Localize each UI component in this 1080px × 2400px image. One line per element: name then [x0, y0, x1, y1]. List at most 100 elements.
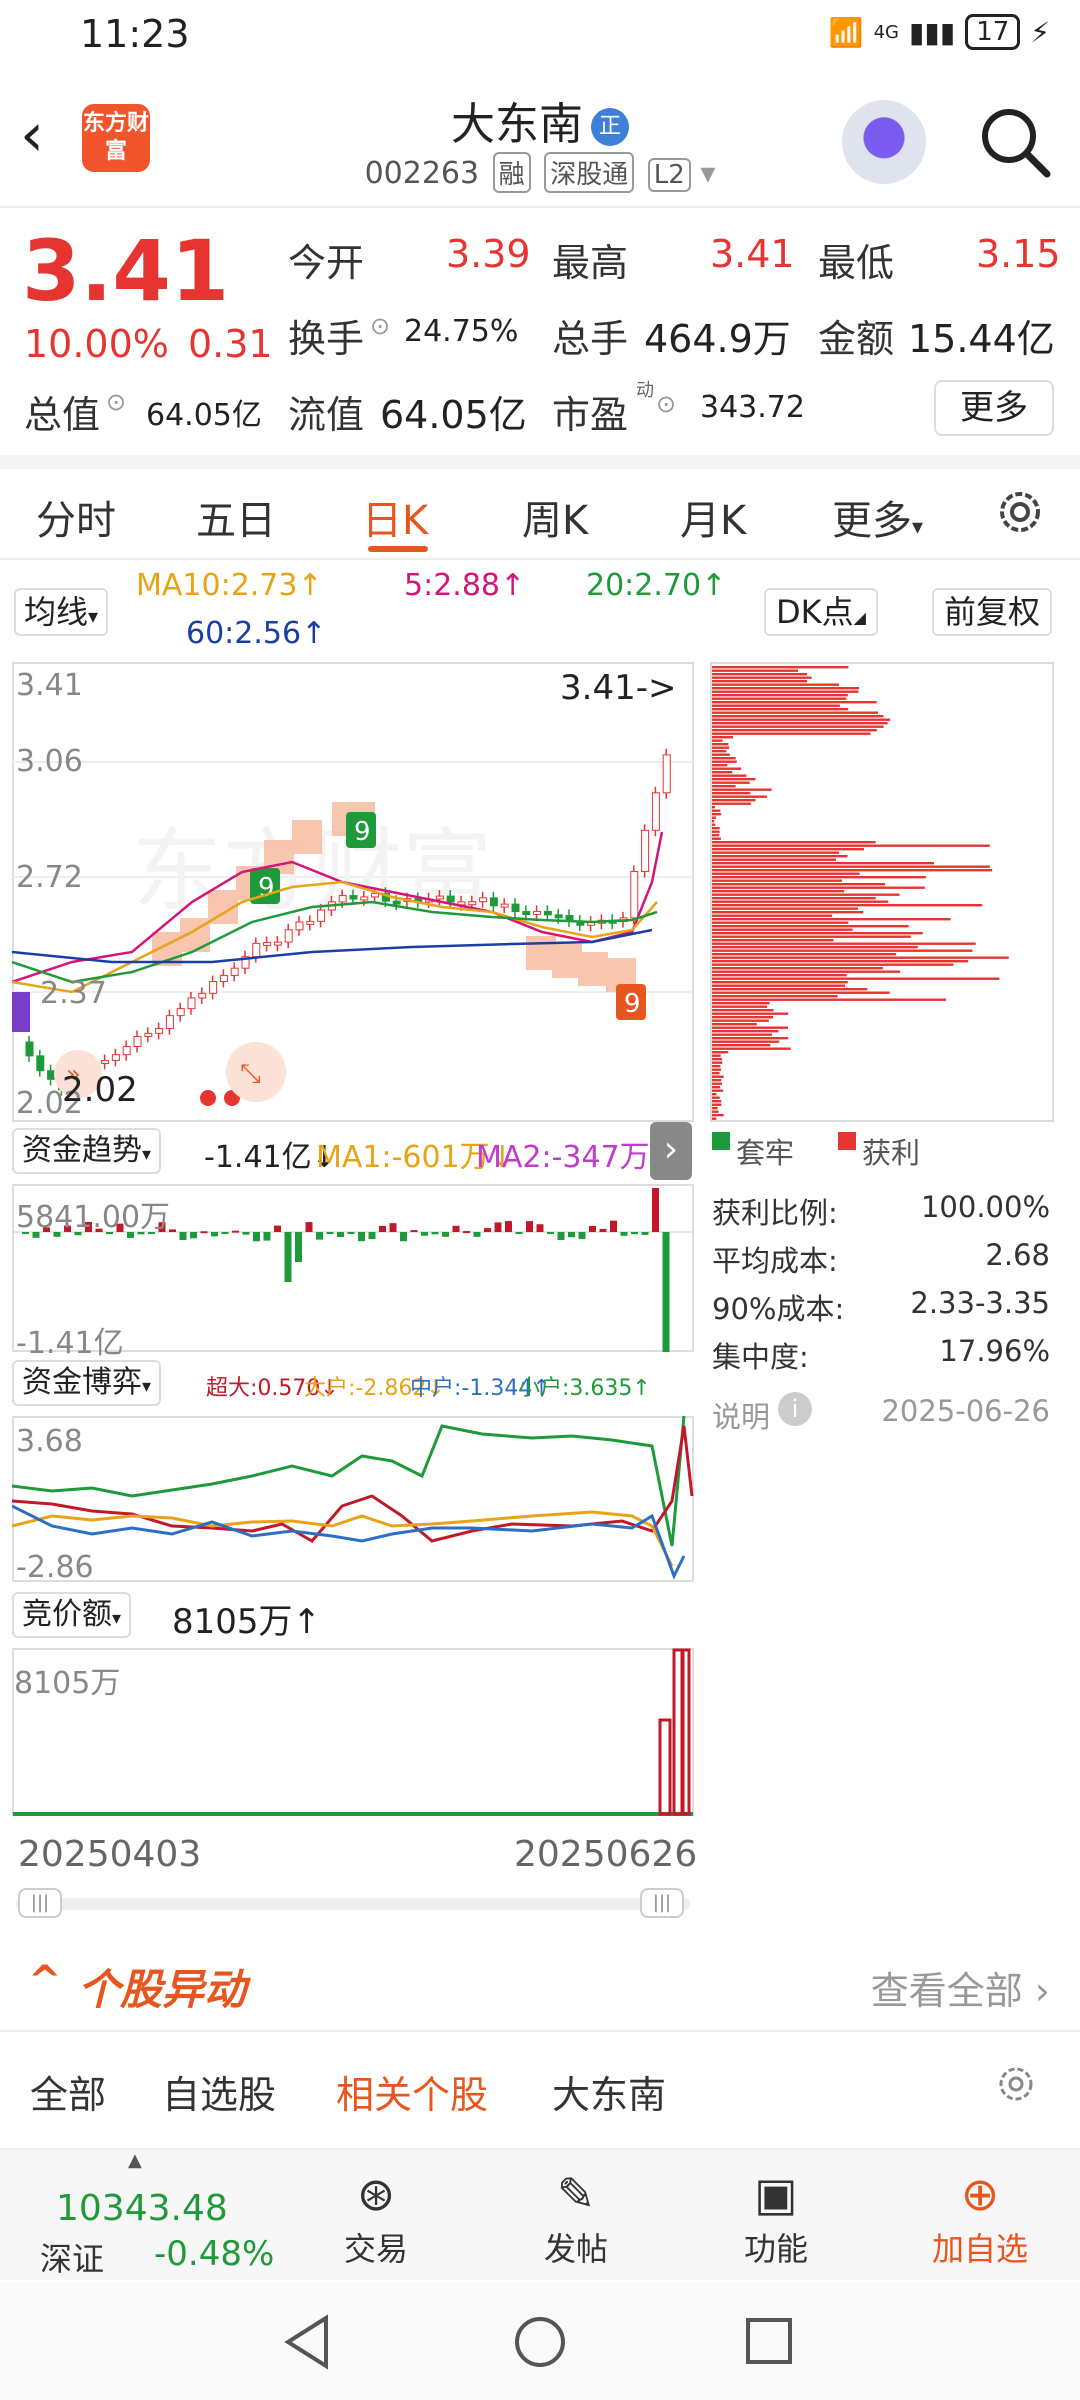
info-icon[interactable]: ⊙ [370, 312, 390, 340]
index-name[interactable]: 深证 [40, 2234, 104, 2280]
info-icon[interactable]: ⊙ [106, 388, 126, 416]
fund-bar [494, 1222, 502, 1232]
chip-bar [712, 977, 1000, 980]
chip-bar [712, 764, 728, 767]
candle [446, 895, 455, 903]
fund-bar [557, 1232, 565, 1241]
candle [219, 974, 228, 983]
chevron-up-icon[interactable]: ^ [28, 1958, 62, 2004]
candle [392, 900, 401, 905]
candle [230, 967, 239, 976]
functions-button[interactable]: ▣ 功能 [706, 2164, 846, 2270]
fund-bar [232, 1230, 239, 1233]
fund-game-y-bottom: -2.86 [16, 1550, 94, 1585]
dk-signal-text: 9 [624, 989, 641, 1019]
kline-chart[interactable]: 东方财富 9 9 9 ⤡ » [12, 662, 694, 1122]
candle [533, 910, 542, 915]
status-bar: 11:23 📶 4G ▮▮▮ 17 ⚡ [0, 0, 1080, 70]
add-watchlist-button[interactable]: ⊕ 加自选 [910, 2164, 1050, 2270]
candle [543, 910, 552, 916]
adjust-button[interactable]: 前复权 [932, 588, 1053, 636]
nav-back-icon[interactable] [282, 2314, 332, 2370]
legend-trapped: 套牢 [736, 1136, 795, 1170]
gear-icon[interactable] [994, 2062, 1038, 2106]
turnover-value: 24.75% [404, 314, 519, 349]
auction-selector-label: 竞价额 [22, 1597, 112, 1632]
fund-game-selector[interactable]: 资金博弈▾ [12, 1360, 162, 1406]
fund-trend-selector[interactable]: 资金趋势▾ [12, 1128, 162, 1174]
chip-bar [712, 967, 883, 970]
chip-value-profit-ratio: 100.00% [920, 1190, 1050, 1224]
range-slider-track[interactable] [16, 1898, 690, 1910]
fund-bar [179, 1232, 187, 1241]
open-value: 3.39 [446, 232, 531, 276]
ma-selector-label: 均线 [24, 593, 89, 631]
ma-selector[interactable]: 均线▾ [14, 588, 109, 636]
candle [317, 909, 326, 922]
wifi-icon: 📶 [828, 15, 864, 49]
more-button[interactable]: 更多 [934, 380, 1054, 436]
trade-button[interactable]: ⊛ 交易 [306, 2164, 446, 2270]
caret-down-icon: ▾ [142, 1376, 152, 1397]
range-handle-left[interactable]: ||| [18, 1888, 62, 1918]
current-price: 3.41 [22, 222, 230, 320]
fund-trend-ma2: MA2:-347万↓ [476, 1140, 675, 1175]
tab-daily-k[interactable]: 日K [362, 488, 428, 546]
chip-bar [712, 981, 848, 984]
index-value[interactable]: 10343.48 [56, 2188, 228, 2229]
nav-home-icon[interactable] [512, 2314, 568, 2370]
fund-bar [463, 1231, 470, 1234]
tab-timeshare[interactable]: 分时 [36, 488, 116, 546]
fund-game-chart[interactable] [12, 1416, 694, 1582]
open-label: 今开 [288, 241, 365, 285]
dropdown-icon[interactable]: ▾ [700, 156, 715, 191]
candle [122, 1045, 131, 1056]
chip-note-label[interactable]: 说明 [712, 1394, 770, 1436]
chip-bar [712, 883, 886, 886]
fund-bar [274, 1225, 281, 1232]
auction-selector[interactable]: 竞价额▾ [12, 1592, 132, 1638]
chip-bar [712, 708, 849, 711]
candle [176, 1008, 185, 1017]
subtab-stock[interactable]: 大东南 [552, 2064, 666, 2119]
subtab-all[interactable]: 全部 [30, 2064, 106, 2119]
chip-bar [712, 1009, 774, 1012]
candle [273, 941, 282, 946]
chip-bar [712, 1117, 717, 1120]
search-icon[interactable] [975, 102, 1055, 182]
chip-bar [712, 844, 990, 847]
chip-bar [712, 837, 721, 840]
tab-five-day[interactable]: 五日 [196, 488, 276, 546]
assistant-avatar[interactable] [842, 100, 926, 184]
post-button[interactable]: ✎ 发帖 [506, 2164, 646, 2270]
chip-bar [712, 949, 973, 952]
candle [263, 942, 272, 947]
chip-bar [712, 753, 730, 756]
chip-bar [712, 998, 947, 1001]
chip-bar [712, 1044, 771, 1047]
chevron-right-icon[interactable]: › [650, 1122, 692, 1180]
add-watchlist-label: 加自选 [931, 2230, 1028, 2268]
caret-down-icon: ▾ [912, 515, 924, 540]
tab-more[interactable]: 更多▾ [832, 488, 923, 546]
subtab-watchlist[interactable]: 自选股 [162, 2064, 276, 2119]
fund-bar [589, 1225, 596, 1232]
view-all-link[interactable]: 查看全部 › [871, 1960, 1050, 2015]
dk-point-button[interactable]: DK点◢ [764, 588, 878, 636]
candle [101, 1059, 110, 1064]
gear-icon[interactable] [992, 484, 1048, 540]
chip-bar [712, 841, 876, 844]
info-icon[interactable]: i [778, 1392, 812, 1426]
ma20-value: 20:2.70↑ [586, 568, 727, 603]
index-change[interactable]: -0.48% [154, 2234, 274, 2274]
nav-recents-icon[interactable] [744, 2316, 794, 2366]
tab-monthly-k[interactable]: 月K [680, 488, 746, 546]
range-handle-right[interactable]: ||| [640, 1888, 684, 1918]
view-all-label: 查看全部 [870, 1969, 1023, 2013]
fund-bar [221, 1232, 229, 1234]
tab-weekly-k[interactable]: 周K [522, 488, 588, 546]
chip-bar [712, 690, 859, 693]
info-icon[interactable]: ⊙ [656, 390, 676, 418]
chip-distribution-chart[interactable] [710, 662, 1054, 1122]
subtab-related[interactable]: 相关个股 [336, 2064, 488, 2119]
